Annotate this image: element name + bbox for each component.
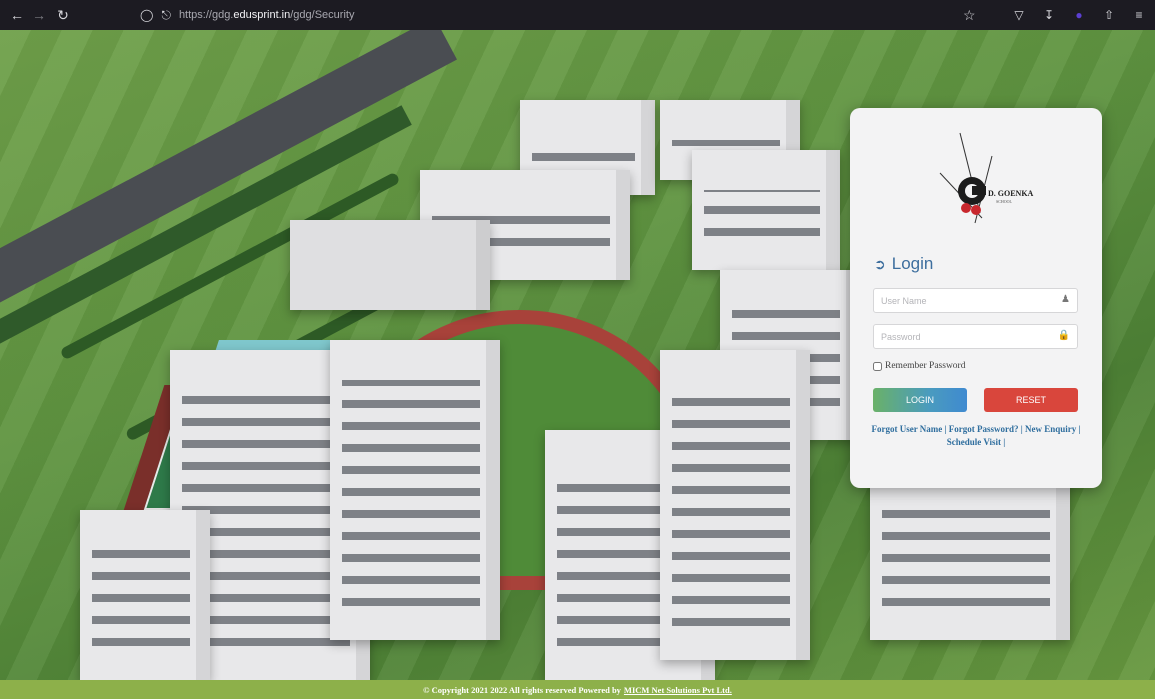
remember-password[interactable]: Remember Password [873,361,965,371]
url-prefix: https://gdg. [178,9,234,21]
forgot-password-link[interactable]: Forgot Password? [949,424,1019,434]
username-input[interactable] [874,289,1054,312]
toolbar-right: ▽ ↧ ● ⇧ ≡ [1011,4,1147,26]
pocket-icon[interactable]: ▽ [1011,7,1027,23]
building-windows [672,390,790,640]
login-button[interactable]: LOGIN [873,388,967,412]
username-field[interactable]: ♟ [873,288,1078,313]
copyright-text: © Copyright 2021 2022 All rights reserve… [423,684,621,695]
url-domain: edusprint.in [233,9,291,21]
remember-checkbox[interactable] [873,361,882,371]
address-bar[interactable]: ◯ ⎋ https://gdg.edusprint.in/gdg/Securit… [140,4,354,26]
lock-icon: 🔒 [1057,330,1070,341]
forgot-username-link[interactable]: Forgot User Name [871,424,942,434]
reset-button[interactable]: RESET [984,388,1078,412]
tower-block [660,350,810,660]
building [80,510,210,680]
new-enquiry-link[interactable]: New Enquiry [1025,424,1076,434]
login-title-text: Login [891,254,934,273]
password-input[interactable] [874,325,1054,348]
building [692,150,840,270]
building-windows [882,500,1050,620]
menu-icon[interactable]: ≡ [1131,7,1147,23]
sign-in-icon: ➲ [874,255,886,272]
download-icon[interactable]: ↧ [1041,7,1057,23]
login-heading: ➲ Login [874,254,933,274]
building-windows [92,550,190,660]
help-links: Forgot User Name | Forgot Password? | Ne… [871,424,1081,447]
share-icon[interactable]: ⇧ [1101,7,1117,23]
tower-block [330,340,500,640]
remember-label: Remember Password [885,361,966,371]
login-panel: D. GOENKA SCHOOL ➲ Login ♟ 🔒 Remember Pa… [850,108,1102,488]
url-text[interactable]: https://gdg.edusprint.in/gdg/Security [179,9,355,21]
schedule-visit-link[interactable]: Schedule Visit [947,437,1001,447]
browser-toolbar: ← → ↻ ◯ ⎋ https://gdg.edusprint.in/gdg/S… [0,0,1155,30]
shield-icon[interactable]: ◯ [140,8,153,22]
building-windows [342,380,480,620]
building-windows [704,190,820,250]
powered-by-link[interactable]: MICM Net Solutions Pvt Ltd. [624,685,732,695]
back-arrow-icon[interactable]: ← [6,4,28,26]
reload-icon[interactable]: ↻ [52,4,74,26]
auditorium [290,220,490,310]
logo-text: D. GOENKA [988,189,1034,198]
password-field[interactable]: 🔒 [873,324,1078,349]
school-logo: D. GOENKA SCHOOL [930,128,1040,233]
forward-arrow-icon[interactable]: → [28,4,50,26]
url-path: /gdg/Security [290,9,355,21]
lock-icon[interactable]: ⎋ [161,8,171,23]
extension-icon[interactable]: ● [1071,7,1087,23]
logo-subtext: SCHOOL [996,199,1013,204]
star-icon[interactable]: ☆ [963,7,976,24]
user-icon: ♟ [1061,294,1070,305]
footer: © Copyright 2021 2022 All rights reserve… [0,680,1155,699]
